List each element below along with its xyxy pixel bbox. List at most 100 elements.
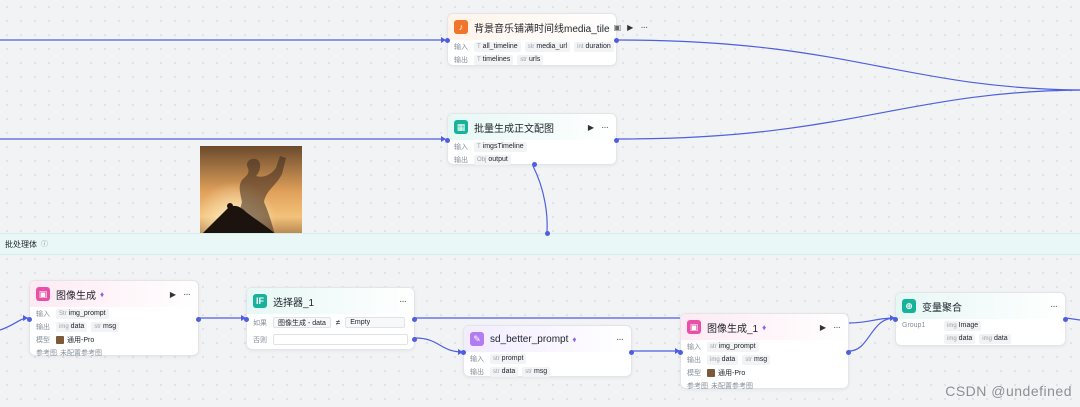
edge-else-sdp <box>414 337 464 353</box>
param-chip: Ttimelines <box>474 54 514 65</box>
node-header: ▦ 批量生成正文配图 ▶ ··· <box>448 114 616 140</box>
model-thumbnail-icon <box>56 335 64 344</box>
else-field[interactable] <box>273 334 408 345</box>
info-icon[interactable]: ⓘ <box>41 239 48 249</box>
param-chip: str img_prompt <box>707 341 759 352</box>
run-button[interactable]: ▶ <box>820 323 826 332</box>
param-chip: Tall_timeline <box>474 41 521 52</box>
node-header: ▣ 图像生成 ♦ ▶ ··· <box>30 281 198 307</box>
param-chip: img Image <box>944 320 982 331</box>
param-chip: img data <box>944 333 976 344</box>
param-chip: str data <box>490 366 519 377</box>
edge-bgm-out <box>617 39 1080 91</box>
image-gen-icon: ▣ <box>687 320 701 334</box>
run-button[interactable]: ▶ <box>627 23 633 32</box>
param-chip: int duration <box>574 41 614 52</box>
node-title: 批量生成正文配图 <box>474 123 554 135</box>
param-chip: img data <box>56 321 88 332</box>
param-chip: str msg <box>522 366 551 377</box>
more-menu-button[interactable]: ··· <box>1050 301 1058 312</box>
node-variable-aggregate[interactable]: ⊕ 变量聚合 ··· Group1 img Image img data img da… <box>893 292 1068 346</box>
batch-body-port[interactable] <box>545 231 550 236</box>
node-header: ⊕ 变量聚合 ··· <box>896 293 1065 319</box>
output-port[interactable] <box>614 138 619 143</box>
more-menu-button[interactable]: ··· <box>833 322 841 333</box>
input-row: 输入 TimgsTimeline <box>448 140 616 153</box>
run-button[interactable]: ▶ <box>588 123 594 132</box>
group-row: img data img data <box>896 332 1065 345</box>
input-port[interactable] <box>445 38 450 43</box>
output-row: 输出 Ttimelines str urls <box>448 53 616 66</box>
node-header: ▣ 图像生成_1 ♦ ▶ ··· <box>681 314 848 340</box>
node-title: 变量聚合 <box>922 302 962 314</box>
more-menu-button[interactable]: ··· <box>183 289 191 300</box>
condition-left-select[interactable]: 图像生成 - data <box>273 317 331 328</box>
aggregate-icon: ⊕ <box>902 299 916 313</box>
output-port[interactable] <box>1063 317 1068 322</box>
else-row: 否则 <box>247 331 414 348</box>
node-image-gen-1[interactable]: ▣ 图像生成_1 ♦ ▶ ··· 输入 str img_prompt 输出 img… <box>678 313 851 390</box>
edge-img2-agg-top <box>848 317 896 324</box>
edge-to-img1 <box>0 317 29 331</box>
group-row: Group1 img Image <box>896 319 1065 332</box>
premium-diamond-icon: ♦ <box>100 289 105 299</box>
input-row: 输入 Str img_prompt <box>30 307 198 320</box>
condition-right-select[interactable]: Empty <box>345 317 406 328</box>
param-chip: Obj output <box>474 154 511 165</box>
output-port[interactable] <box>196 317 201 322</box>
input-row: 输入 Tall_timeline str media_url int duratio… <box>448 40 616 53</box>
node-bgm-media-tile[interactable]: ♪ 背景音乐铺满时间线media_tile ▣ ▶ ··· 输入 Tall_ti… <box>445 13 648 66</box>
node-sd-better-prompt[interactable]: ✎ sd_better_prompt ♦ ··· 输入 str prompt 输出… <box>461 325 634 378</box>
more-menu-button[interactable]: ··· <box>616 334 624 345</box>
output-row: 输出 img data str msg <box>681 353 848 366</box>
input-port[interactable] <box>678 350 683 355</box>
if-output-port[interactable] <box>412 317 417 322</box>
condition-row: 如果 图像生成 - data ≠ Empty <box>247 314 414 331</box>
bottom-port[interactable] <box>532 162 537 167</box>
output-port[interactable] <box>614 38 619 43</box>
more-menu-button[interactable]: ··· <box>640 22 648 33</box>
more-menu-button[interactable]: ··· <box>601 122 609 133</box>
param-chip: img data <box>707 354 739 365</box>
run-button[interactable]: ▶ <box>170 290 176 299</box>
param-chip: str prompt <box>490 353 527 364</box>
edge-agg-out <box>1065 317 1080 321</box>
operator[interactable]: ≠ <box>336 318 340 327</box>
output-port[interactable] <box>629 350 634 355</box>
tag-icon: ▣ <box>613 22 622 32</box>
node-batch-images[interactable]: ▦ 批量生成正文配图 ▶ ··· 输入 TimgsTimeline 输出 Obj… <box>445 113 619 167</box>
premium-diamond-icon: ♦ <box>572 334 577 344</box>
more-menu-button[interactable]: ··· <box>399 296 407 307</box>
input-port[interactable] <box>445 138 450 143</box>
param-chip: str msg <box>91 321 120 332</box>
param-chip: str media_url <box>524 41 571 52</box>
param-chip: img data <box>979 333 1011 344</box>
input-port[interactable] <box>461 350 466 355</box>
output-row: 输出 str data str msg <box>464 365 631 378</box>
image-icon: ▦ <box>454 120 468 134</box>
model-thumbnail-icon <box>707 368 715 377</box>
node-selector[interactable]: IF 选择器_1 ··· 如果 图像生成 - data ≠ Empty 否则 <box>244 287 417 350</box>
plugin-icon: ✎ <box>470 332 484 346</box>
silhouette-photo <box>200 146 302 247</box>
premium-diamond-icon: ♦ <box>762 322 767 332</box>
node-title: 图像生成_1 <box>707 323 759 335</box>
node-image-gen[interactable]: ▣ 图像生成 ♦ ▶ ··· 输入 Str img_prompt 输出 img da… <box>27 280 201 357</box>
param-chip: Str img_prompt <box>56 308 109 319</box>
else-output-port[interactable] <box>412 337 417 342</box>
node-title: 选择器_1 <box>273 297 315 309</box>
image-gen-icon: ▣ <box>36 287 50 301</box>
input-port[interactable] <box>27 317 32 322</box>
model-row: 模型 通用-Pro <box>36 335 95 344</box>
csdn-watermark: CSDN @undefined <box>945 383 1072 399</box>
edge-batch-down <box>532 165 548 233</box>
edge-img2-agg <box>848 317 896 352</box>
input-port[interactable] <box>244 317 249 322</box>
node-header: ♪ 背景音乐铺满时间线media_tile ▣ ▶ ··· <box>448 14 648 40</box>
batch-body-band: 批处理体 ⓘ <box>0 233 1080 255</box>
node-header: ✎ sd_better_prompt ♦ ··· <box>464 326 631 352</box>
batch-body-title: 批处理体 <box>5 239 37 249</box>
input-row: 输入 str img_prompt <box>681 340 848 353</box>
input-port[interactable] <box>893 317 898 322</box>
output-port[interactable] <box>846 350 851 355</box>
